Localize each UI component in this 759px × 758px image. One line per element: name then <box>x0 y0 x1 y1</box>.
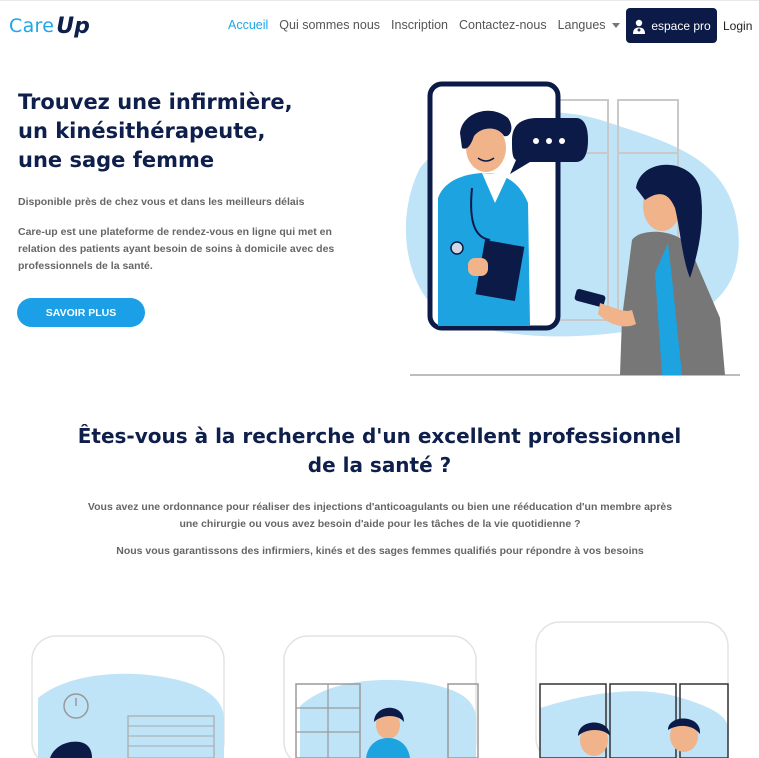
hero-title: Trouvez une infirmière, un kinésithérape… <box>18 88 293 175</box>
nav-item-inscription[interactable]: Inscription <box>391 18 448 32</box>
hero-title-line-3: une sage femme <box>18 148 215 172</box>
section-title-line-1: Êtes-vous à la recherche d'un excellent … <box>77 424 682 448</box>
nav-item-accueil[interactable]: Accueil <box>228 18 268 32</box>
card-illustration-1 <box>31 635 225 758</box>
section-paragraph-1: Vous avez une ordonnance pour réaliser d… <box>40 499 720 533</box>
nav-item-contact[interactable]: Contactez-nous <box>459 18 547 32</box>
section-paragraph-1-line-1: Vous avez une ordonnance pour réaliser d… <box>87 501 673 513</box>
logo-up-text: Up <box>56 13 90 39</box>
nav-links: Accueil Qui sommes nous Inscription Cont… <box>228 18 620 32</box>
hero-title-line-1: Trouvez une infirmière, <box>18 90 293 114</box>
langues-label: Langues <box>557 18 606 32</box>
section-paragraph-2: Nous vous garantissons des infirmiers, k… <box>116 545 644 557</box>
hero-subtitle: Disponible près de chez vous et dans les… <box>18 196 305 208</box>
section-paragraph-1-line-2: une chirurgie ou vous avez besoin d'aide… <box>179 518 581 530</box>
caret-down-icon <box>611 23 620 29</box>
nav-item-langues[interactable]: Langues <box>558 18 620 32</box>
section-title: Êtes-vous à la recherche d'un excellent … <box>0 422 759 480</box>
espace-pro-button[interactable]: espace pro <box>626 8 717 43</box>
hero-illustration <box>405 81 740 376</box>
card-illustration-3 <box>535 621 729 758</box>
hero-title-line-2: un kinésithérapeute, <box>18 119 266 143</box>
section-title-line-2: de la santé ? <box>307 453 452 477</box>
navbar: Care Up Accueil Qui sommes nous Inscript… <box>0 0 759 50</box>
login-link[interactable]: Login <box>723 19 752 33</box>
nav-item-qui-sommes-nous[interactable]: Qui sommes nous <box>279 18 380 32</box>
card-illustration-2 <box>283 635 479 758</box>
logo[interactable]: Care Up <box>9 10 90 42</box>
espace-pro-label: espace pro <box>651 18 711 33</box>
doctor-icon <box>633 19 646 34</box>
hero-description: Care-up est une plateforme de rendez-vou… <box>18 226 335 272</box>
savoir-plus-button[interactable]: SAVOIR PLUS <box>17 298 145 327</box>
logo-care-text: Care <box>9 15 55 37</box>
